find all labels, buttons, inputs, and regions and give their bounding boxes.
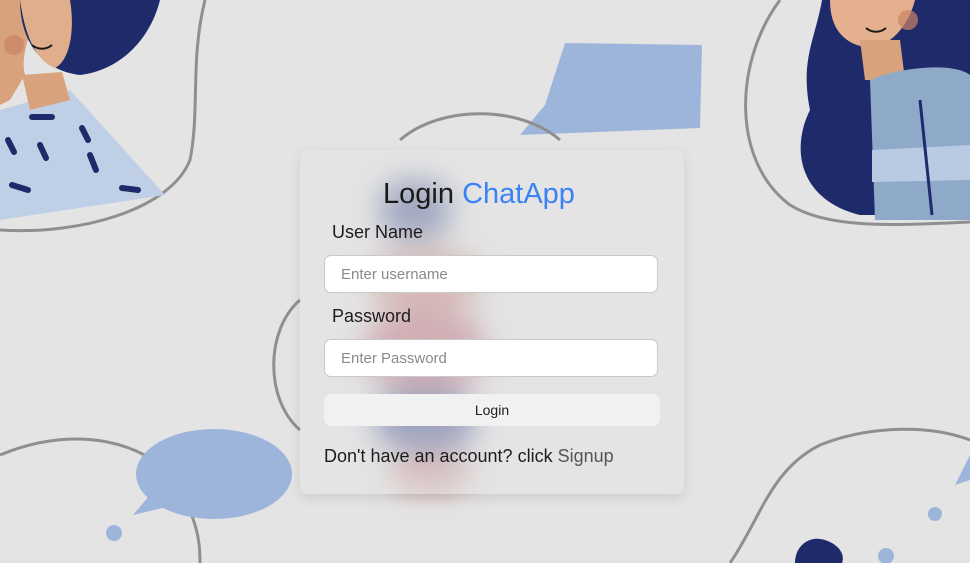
- decor-bottom-right: [728, 427, 970, 563]
- title-brand: ChatApp: [462, 178, 575, 210]
- signup-link[interactable]: Signup: [558, 446, 614, 466]
- password-input[interactable]: [324, 339, 658, 377]
- password-label: Password: [332, 306, 412, 326]
- username-input[interactable]: [324, 255, 658, 293]
- speech-bubble-bottom-left: [0, 429, 292, 563]
- signup-prompt-row: Don't have an account? click Signup: [324, 446, 614, 467]
- speech-bubble-top: [520, 43, 702, 135]
- page-title: Login ChatApp: [0, 176, 964, 212]
- title-prefix: Login: [383, 178, 455, 210]
- login-button[interactable]: Login: [324, 394, 660, 426]
- username-label: User Name: [332, 222, 424, 242]
- signup-prompt-text: Don't have an account? click: [324, 446, 553, 466]
